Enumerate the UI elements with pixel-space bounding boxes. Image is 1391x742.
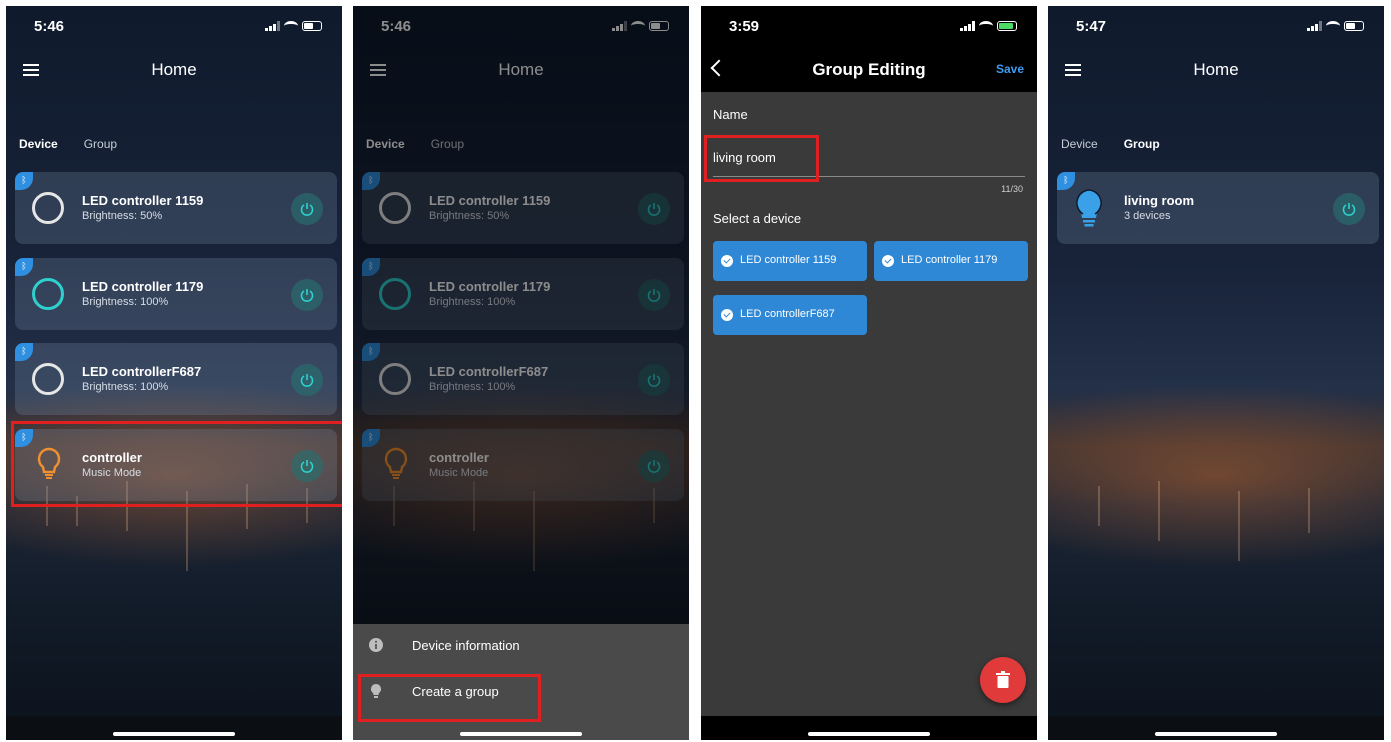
device-card[interactable]: ᛒ LED controllerF687 Brightness: 100%: [15, 343, 337, 415]
highlight-box: [358, 674, 541, 722]
menu-item-device-information[interactable]: Device information: [353, 624, 689, 668]
signal-icon: [265, 21, 280, 31]
tab-bar: Device Group: [1061, 137, 1160, 151]
bluetooth-icon: ᛒ: [15, 172, 33, 190]
menu-item-label: Device information: [412, 638, 520, 653]
device-name: LED controllerF687: [82, 364, 202, 379]
group-card[interactable]: ᛒ living room 3 devices: [1057, 172, 1379, 244]
bulb-blue-icon: [1076, 189, 1102, 227]
home-indicator: [113, 732, 235, 736]
ring-teal-icon: [32, 278, 64, 310]
bluetooth-icon: ᛒ: [15, 258, 33, 276]
bottom-strip: [1048, 716, 1384, 740]
device-name: LED controller 1179: [82, 279, 204, 294]
device-chip-label: LED controller 1179: [901, 254, 998, 266]
trash-icon: [996, 671, 1010, 688]
bluetooth-icon: ᛒ: [15, 343, 33, 361]
signal-icon: [960, 21, 975, 31]
highlight-box: [704, 135, 819, 182]
power-button[interactable]: [291, 193, 323, 225]
status-time: 5:47: [1076, 18, 1107, 35]
screen-home-groups: 5:47 Home Device Group ᛒ living room 3 d…: [1048, 6, 1384, 740]
title-bar: Group Editing: [701, 50, 1037, 98]
home-indicator: [1155, 732, 1277, 736]
check-icon: [882, 255, 894, 267]
check-icon: [721, 309, 733, 321]
power-icon: [300, 289, 314, 302]
status-bar: 5:46: [6, 6, 342, 50]
device-status: Brightness: 100%: [82, 381, 169, 393]
ring-white-icon: [32, 363, 64, 395]
screen-group-editing: 3:59 Group Editing Save Name living room…: [701, 6, 1037, 740]
tab-bar: Device Group: [19, 137, 117, 151]
tab-group[interactable]: Group: [84, 137, 117, 151]
device-chip[interactable]: LED controller 1179: [874, 241, 1028, 281]
wifi-icon: [284, 21, 298, 31]
page-title: Group Editing: [812, 60, 926, 79]
page-title: Home: [151, 60, 197, 79]
device-chip-label: LED controllerF687: [740, 308, 835, 320]
home-indicator: [460, 732, 582, 736]
status-bar: 3:59: [701, 6, 1037, 50]
select-device-label: Select a device: [713, 211, 802, 226]
device-card[interactable]: ᛒ LED controller 1159 Brightness: 50%: [15, 172, 337, 244]
save-button[interactable]: Save: [996, 62, 1024, 76]
nav-bar: 3:59 Group Editing Save: [701, 6, 1037, 92]
nav-bar: Home: [1048, 50, 1384, 98]
bottom-strip: [701, 716, 1037, 740]
status-time: 3:59: [729, 18, 760, 35]
wifi-icon: [1326, 21, 1340, 31]
power-button[interactable]: [291, 364, 323, 396]
device-chip[interactable]: LED controller 1159: [713, 241, 867, 281]
delete-button[interactable]: [980, 657, 1026, 703]
group-name: living room: [1124, 193, 1195, 208]
tab-device[interactable]: Device: [19, 137, 58, 151]
device-card[interactable]: ᛒ LED controller 1179 Brightness: 100%: [15, 258, 337, 330]
group-device-count: 3 devices: [1124, 210, 1171, 222]
battery-charging-icon: [997, 21, 1017, 31]
tab-group[interactable]: Group: [1124, 137, 1160, 151]
char-counter: 11/30: [1001, 184, 1023, 194]
screen-home-devices: 5:46 Home Device Group ᛒ LED controller …: [6, 6, 342, 740]
power-icon: [300, 203, 314, 216]
check-icon: [721, 255, 733, 267]
power-icon: [300, 374, 314, 387]
status-bar: 5:47: [1048, 6, 1384, 50]
info-icon: [369, 638, 383, 652]
battery-icon: [302, 21, 322, 31]
nav-bar: Home: [6, 50, 342, 98]
device-status: Brightness: 100%: [82, 296, 169, 308]
device-status: Brightness: 50%: [82, 210, 163, 222]
bottom-strip: [6, 716, 342, 740]
highlight-box: [11, 421, 342, 507]
home-indicator: [808, 732, 930, 736]
power-icon: [1342, 203, 1356, 216]
device-chip-label: LED controller 1159: [740, 254, 837, 266]
name-label: Name: [713, 107, 748, 122]
signal-icon: [1307, 21, 1322, 31]
status-time: 5:46: [34, 18, 65, 35]
power-button[interactable]: [291, 279, 323, 311]
device-chip[interactable]: LED controllerF687: [713, 295, 867, 335]
wifi-icon: [979, 21, 993, 31]
page-title: Home: [1193, 60, 1239, 79]
tab-device[interactable]: Device: [1061, 137, 1098, 151]
ring-white-icon: [32, 192, 64, 224]
power-button[interactable]: [1333, 193, 1365, 225]
battery-icon: [1344, 21, 1364, 31]
device-name: LED controller 1159: [82, 193, 204, 208]
screen-home-menu: 5:46 Home Device Group ᛒ LED controller …: [353, 6, 689, 740]
water-reflection: [1048, 476, 1384, 626]
